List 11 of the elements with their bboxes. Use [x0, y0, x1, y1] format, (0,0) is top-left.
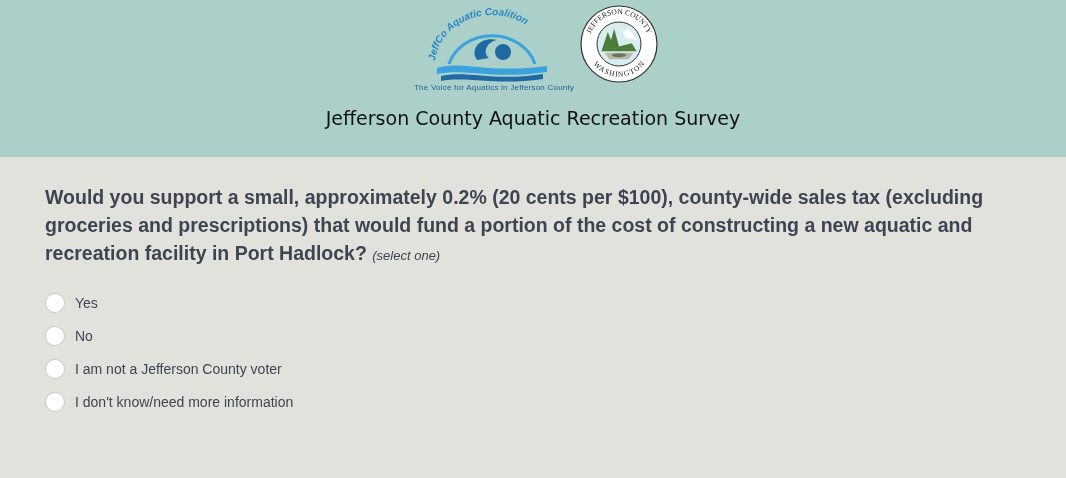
option-label: No: [75, 328, 93, 344]
question-text: Would you support a small, approximately 0.2% (20 cents per $100), county-wide sales tax (excluding groceries and prescriptions) that would fund a portion of the cost of constructing a new aquatic and recreation facility in Port Hadlock? (select one): [45, 185, 985, 266]
logo-tagline: The Voice for Aquatics in Jefferson County: [414, 83, 574, 92]
option-label: I don't know/need more information: [75, 394, 294, 410]
radio-button[interactable]: [45, 293, 65, 313]
option-label: Yes: [75, 295, 98, 311]
radio-button[interactable]: [45, 359, 65, 379]
survey-title: Jefferson County Aquatic Recreation Survey: [325, 107, 741, 129]
radio-button[interactable]: [45, 326, 65, 346]
radio-button[interactable]: [45, 392, 65, 412]
option-label: I am not a Jefferson County voter: [75, 361, 282, 377]
